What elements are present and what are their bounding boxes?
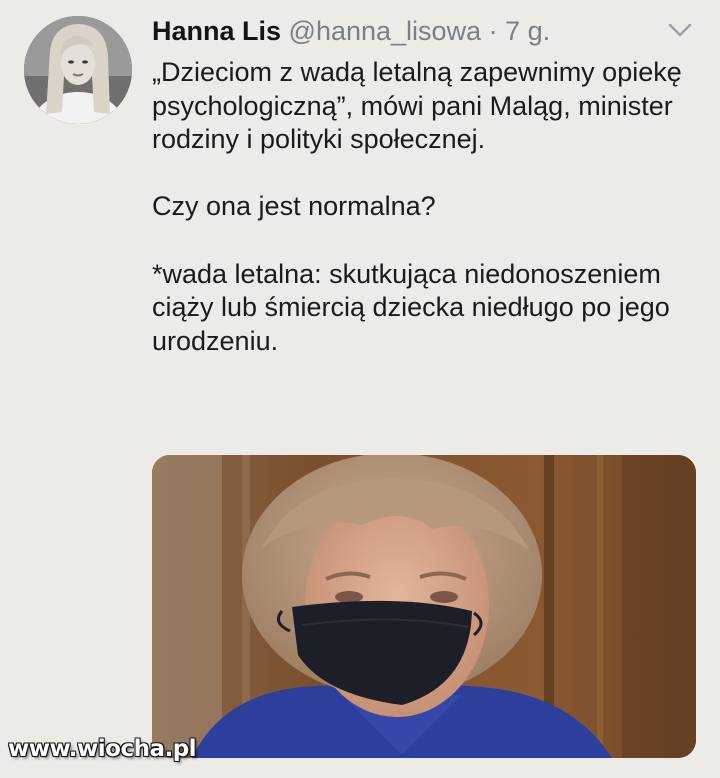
tweet[interactable]: Hanna Lis @hanna_lisowa · 7 g. „Dzieciom…: [0, 0, 720, 778]
avatar-image: [24, 16, 132, 124]
tweet-paragraph: *wada letalna: skutkująca niedonoszeniem…: [152, 258, 670, 356]
tweet-timestamp[interactable]: 7 g.: [505, 16, 550, 46]
chevron-down-icon: [668, 23, 692, 37]
avatar[interactable]: [24, 16, 132, 124]
tweet-photo: [152, 455, 696, 758]
tweet-header: Hanna Lis @hanna_lisowa · 7 g.: [152, 14, 550, 48]
header-separator: ·: [488, 16, 498, 46]
tweet-paragraph: Czy ona jest normalna?: [152, 191, 436, 222]
author-name[interactable]: Hanna Lis: [152, 16, 281, 46]
site-watermark: www.wiocha.pl: [8, 736, 197, 762]
tweet-media[interactable]: [152, 455, 696, 758]
tweet-menu-button[interactable]: [664, 18, 696, 42]
author-handle[interactable]: @hanna_lisowa: [289, 16, 482, 46]
tweet-paragraph: „Dzieciom z wadą letalną zapewnimy opiek…: [152, 57, 682, 155]
tweet-text: „Dzieciom z wadą letalną zapewnimy opiek…: [152, 56, 692, 358]
